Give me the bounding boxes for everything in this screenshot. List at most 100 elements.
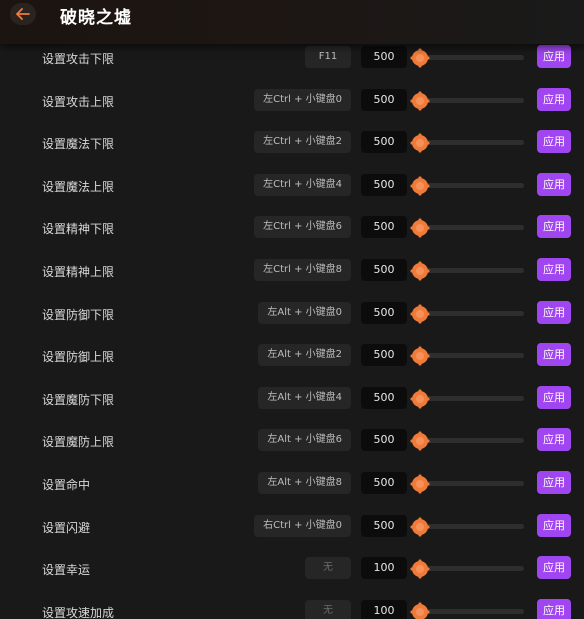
- slider-thumb-icon[interactable]: [410, 431, 430, 451]
- setting-row: 设置攻击上限 左Ctrl + 小键盘0 500 应用: [0, 79, 584, 122]
- setting-label: 设置精神上限: [42, 264, 115, 279]
- value-input[interactable]: 500: [361, 88, 407, 111]
- slider-thumb-icon[interactable]: [410, 218, 430, 238]
- slider-thumb-icon[interactable]: [410, 176, 430, 196]
- slider-thumb-icon[interactable]: [410, 559, 430, 579]
- back-button[interactable]: [10, 3, 36, 25]
- hotkey-button[interactable]: 左Ctrl + 小键盘0: [254, 88, 351, 111]
- apply-button[interactable]: 应用: [537, 428, 571, 452]
- apply-button[interactable]: 应用: [537, 598, 571, 619]
- setting-label: 设置防御下限: [42, 307, 115, 322]
- slider-thumb-icon[interactable]: [410, 304, 430, 324]
- apply-button[interactable]: 应用: [537, 130, 571, 154]
- hotkey-button[interactable]: 左Alt + 小键盘0: [258, 301, 351, 324]
- hotkey-button[interactable]: 无: [305, 557, 351, 580]
- apply-button[interactable]: 应用: [537, 215, 571, 239]
- apply-button[interactable]: 应用: [537, 172, 571, 196]
- hotkey-button[interactable]: 左Alt + 小键盘2: [258, 344, 351, 367]
- value-input[interactable]: 500: [361, 173, 407, 196]
- hotkey-button[interactable]: 左Ctrl + 小键盘8: [254, 258, 351, 281]
- setting-label: 设置幸运: [42, 563, 91, 578]
- value-slider[interactable]: [410, 218, 524, 238]
- value-slider[interactable]: [410, 474, 524, 494]
- slider-thumb-icon[interactable]: [410, 474, 430, 494]
- value-input[interactable]: 500: [361, 471, 407, 494]
- setting-label: 设置魔法上限: [42, 179, 115, 194]
- page-title: 破晓之墟: [60, 8, 132, 28]
- setting-label: 设置命中: [42, 477, 91, 492]
- apply-button[interactable]: 应用: [537, 87, 571, 111]
- slider-thumb-icon[interactable]: [410, 261, 430, 281]
- value-slider[interactable]: [410, 48, 524, 68]
- value-slider[interactable]: [410, 431, 524, 451]
- hotkey-button[interactable]: 右Ctrl + 小键盘0: [254, 514, 351, 537]
- setting-label: 设置魔防下限: [42, 392, 115, 407]
- setting-label: 设置攻击下限: [42, 52, 115, 66]
- apply-button[interactable]: 应用: [537, 556, 571, 580]
- slider-thumb-icon[interactable]: [410, 346, 430, 366]
- hotkey-button[interactable]: 左Ctrl + 小键盘6: [254, 216, 351, 239]
- value-input[interactable]: 100: [361, 599, 407, 619]
- value-input[interactable]: 500: [361, 258, 407, 281]
- slider-thumb-icon[interactable]: [410, 517, 430, 537]
- value-slider[interactable]: [410, 176, 524, 196]
- value-input[interactable]: 500: [361, 131, 407, 154]
- slider-thumb-icon[interactable]: [410, 133, 430, 153]
- setting-label: 设置精神下限: [42, 222, 115, 237]
- value-input[interactable]: 500: [361, 216, 407, 239]
- apply-button[interactable]: 应用: [537, 257, 571, 281]
- value-slider[interactable]: [410, 346, 524, 366]
- arrow-left-icon: [16, 8, 30, 20]
- setting-label: 设置闪避: [42, 520, 91, 535]
- setting-row: 设置魔防上限 左Alt + 小键盘6 500 应用: [0, 419, 584, 462]
- hotkey-button[interactable]: 左Alt + 小键盘4: [258, 386, 351, 409]
- setting-row: 设置精神上限 左Ctrl + 小键盘8 500 应用: [0, 249, 584, 292]
- setting-label: 设置攻击上限: [42, 94, 115, 109]
- value-input[interactable]: 500: [361, 301, 407, 324]
- value-slider[interactable]: [410, 261, 524, 281]
- slider-thumb-icon[interactable]: [410, 91, 430, 111]
- value-input[interactable]: 500: [361, 429, 407, 452]
- setting-row: 设置魔法上限 左Ctrl + 小键盘4 500 应用: [0, 164, 584, 207]
- hotkey-button[interactable]: F11: [305, 46, 351, 68]
- apply-button[interactable]: 应用: [537, 513, 571, 537]
- slider-thumb-icon[interactable]: [410, 389, 430, 409]
- hotkey-button[interactable]: 左Ctrl + 小键盘4: [254, 173, 351, 196]
- setting-row: 设置魔法下限 左Ctrl + 小键盘2 500 应用: [0, 121, 584, 164]
- setting-row: 设置防御上限 左Alt + 小键盘2 500 应用: [0, 334, 584, 377]
- value-input[interactable]: 500: [361, 344, 407, 367]
- value-slider[interactable]: [410, 559, 524, 579]
- slider-thumb-icon[interactable]: [410, 48, 430, 68]
- apply-button[interactable]: 应用: [537, 45, 571, 68]
- value-input[interactable]: 500: [361, 514, 407, 537]
- setting-row: 设置命中 左Alt + 小键盘8 500 应用: [0, 462, 584, 505]
- apply-button[interactable]: 应用: [537, 385, 571, 409]
- setting-row: 设置防御下限 左Alt + 小键盘0 500 应用: [0, 292, 584, 335]
- hotkey-button[interactable]: 左Ctrl + 小键盘2: [254, 131, 351, 154]
- value-slider[interactable]: [410, 133, 524, 153]
- value-slider[interactable]: [410, 602, 524, 619]
- hotkey-button[interactable]: 左Alt + 小键盘6: [258, 429, 351, 452]
- value-input[interactable]: 100: [361, 557, 407, 580]
- value-input[interactable]: 500: [361, 386, 407, 409]
- value-slider[interactable]: [410, 389, 524, 409]
- value-slider[interactable]: [410, 517, 524, 537]
- hotkey-button[interactable]: 左Alt + 小键盘8: [258, 471, 351, 494]
- setting-label: 设置防御上限: [42, 350, 115, 365]
- settings-list: 设置攻击下限 F11 500 应用 设置攻击上限 左Ctrl + 小键盘0 500 应用 设置魔…: [0, 36, 584, 619]
- apply-button[interactable]: 应用: [537, 343, 571, 367]
- hotkey-button[interactable]: 无: [305, 599, 351, 619]
- setting-label: 设置魔防上限: [42, 435, 115, 450]
- setting-row: 设置攻速加成 无 100 应用: [0, 590, 584, 619]
- setting-row: 设置闪避 右Ctrl + 小键盘0 500 应用: [0, 505, 584, 548]
- value-slider[interactable]: [410, 91, 524, 111]
- title-bar: 破晓之墟: [0, 0, 584, 44]
- setting-row: 设置幸运 无 100 应用: [0, 547, 584, 590]
- setting-label: 设置魔法下限: [42, 137, 115, 152]
- apply-button[interactable]: 应用: [537, 300, 571, 324]
- value-input[interactable]: 500: [361, 46, 407, 68]
- slider-thumb-icon[interactable]: [410, 602, 430, 619]
- apply-button[interactable]: 应用: [537, 470, 571, 494]
- value-slider[interactable]: [410, 304, 524, 324]
- setting-label: 设置攻速加成: [42, 605, 115, 619]
